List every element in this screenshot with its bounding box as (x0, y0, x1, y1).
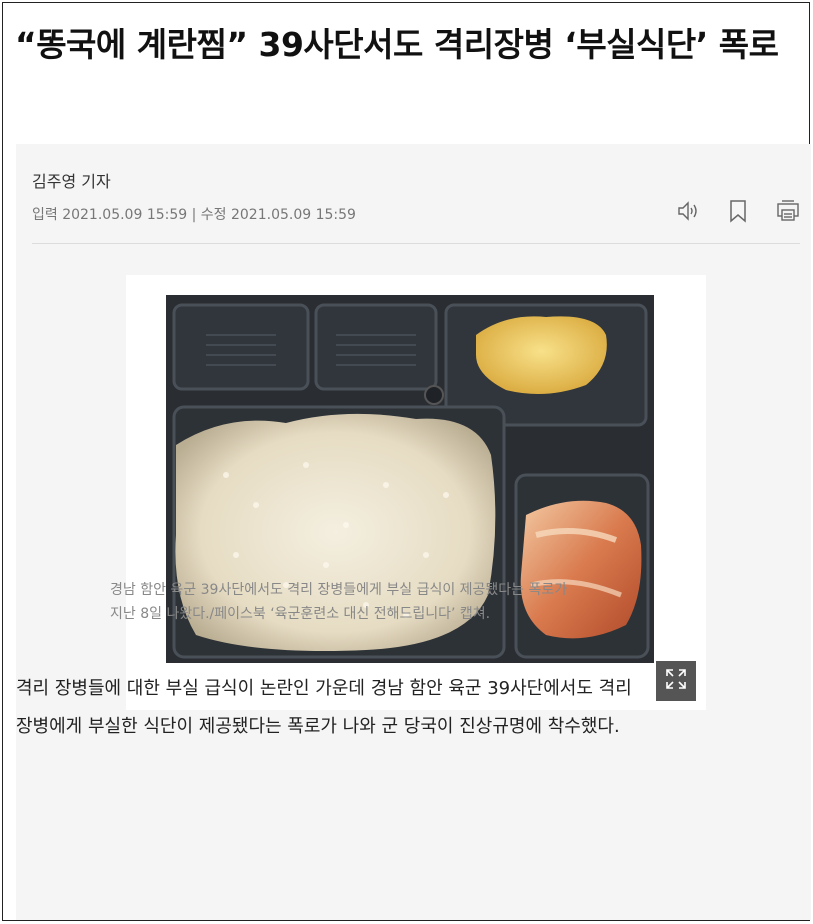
paragraph-line: 장병에게 부실한 식단이 제공됐다는 폭로가 나와 군 당국이 진상규명에 착수… (16, 716, 620, 737)
byline[interactable]: 김주영 기자 (32, 168, 111, 192)
bookmark-icon[interactable] (725, 198, 751, 224)
speaker-icon[interactable] (675, 198, 701, 224)
print-icon[interactable] (775, 198, 801, 224)
dateline: 입력 2021.05.09 15:59 | 수정 2021.05.09 15:5… (32, 207, 356, 223)
photo-caption: 경남 함안 육군 39사단에서도 격리 장병들에게 부실 급식이 제공됐다는 폭… (110, 578, 690, 626)
article-paragraph: 격리 장병들에 대한 부실 급식이 논란인 가운데 경남 함안 육군 39사단에… (16, 670, 786, 746)
caption-line: 경남 함안 육군 39사단에서도 격리 장병들에게 부실 급식이 제공됐다는 폭… (110, 582, 568, 598)
article-headline: “똥국에 계란찜” 39사단서도 격리장병 ‘부실식단’ 폭로 (15, 25, 779, 64)
article-body: 김주영 기자 입력 2021.05.09 15:59 | 수정 2021.05.… (16, 144, 811, 920)
divider (32, 243, 800, 244)
article-photo-frame (126, 275, 706, 710)
caption-line: 지난 8일 나왔다./페이스북 ‘육군훈련소 대신 전해드립니다’ 캡쳐. (110, 606, 491, 622)
article-tools (675, 198, 801, 224)
paragraph-line: 격리 장병들에 대한 부실 급식이 논란인 가운데 경남 함안 육군 39사단에… (16, 678, 632, 699)
